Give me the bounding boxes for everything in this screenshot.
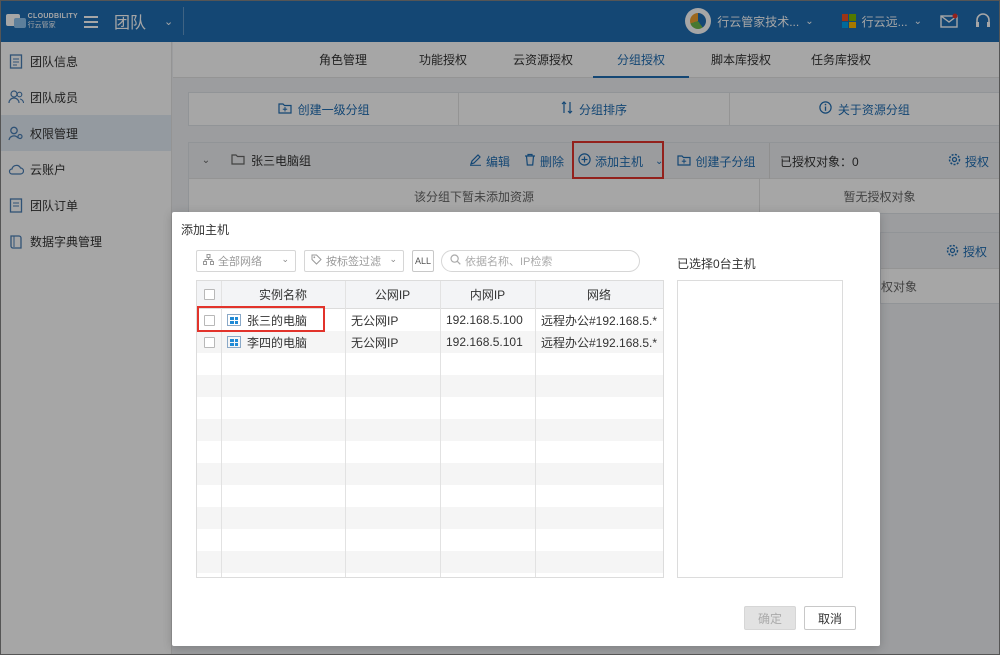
- dialog-title: 添加主机: [181, 223, 230, 237]
- empty-row: [197, 353, 663, 375]
- add-host-dialog: 添加主机 全部网络 ⌄ 按标签过滤 ⌄ ALL 依据名称、IP检索 已选择0台主…: [172, 212, 880, 646]
- empty-row: [197, 441, 663, 463]
- cancel-button[interactable]: 取消: [804, 606, 856, 630]
- selected-hosts-list: [677, 280, 843, 578]
- empty-row: [197, 375, 663, 397]
- empty-row: [197, 419, 663, 441]
- chevron-down-icon: ⌄: [281, 254, 289, 264]
- empty-row: [197, 507, 663, 529]
- selected-count: 已选择0台主机: [677, 257, 756, 271]
- windows-host-icon: [227, 336, 241, 348]
- public-ip: 无公网IP: [351, 313, 399, 328]
- column-header[interactable]: 内网IP: [440, 281, 535, 308]
- tag-icon: [311, 254, 322, 268]
- search-input[interactable]: 依据名称、IP检索: [441, 250, 640, 272]
- column-header[interactable]: 网络: [535, 281, 663, 308]
- network-filter-select[interactable]: 全部网络 ⌄: [196, 250, 296, 272]
- column-divider: [440, 281, 441, 577]
- confirm-button[interactable]: 确定: [744, 606, 796, 630]
- public-ip: 无公网IP: [351, 335, 399, 350]
- network: 远程办公#192.168.5.*: [541, 335, 658, 350]
- table-header: 实例名称 公网IP 内网IP 网络: [197, 281, 663, 309]
- empty-row: [197, 397, 663, 419]
- search-placeholder: 依据名称、IP检索: [465, 256, 553, 268]
- column-header[interactable]: 公网IP: [345, 281, 440, 308]
- select-all-checkbox[interactable]: [203, 289, 215, 300]
- column-header[interactable]: 实例名称: [221, 281, 345, 308]
- empty-row: [197, 485, 663, 507]
- table-row[interactable]: 李四的电脑 无公网IP 192.168.5.101 远程办公#192.168.5…: [197, 331, 663, 353]
- network-icon: [203, 254, 214, 268]
- empty-row: [197, 529, 663, 551]
- search-icon: [450, 254, 461, 268]
- private-ip: 192.168.5.100: [446, 313, 523, 327]
- network: 远程办公#192.168.5.*: [541, 313, 658, 328]
- host-row-highlight: [197, 306, 325, 332]
- empty-row: [197, 463, 663, 485]
- empty-row: [197, 551, 663, 573]
- host-name: 李四的电脑: [247, 335, 308, 350]
- private-ip: 192.168.5.101: [446, 335, 523, 349]
- chevron-down-icon: ⌄: [389, 254, 397, 264]
- column-divider: [535, 281, 536, 577]
- tag-filter-select[interactable]: 按标签过滤 ⌄: [304, 250, 404, 272]
- column-divider: [345, 281, 346, 577]
- row-checkbox[interactable]: [203, 336, 215, 348]
- all-tags-button[interactable]: ALL: [412, 250, 434, 272]
